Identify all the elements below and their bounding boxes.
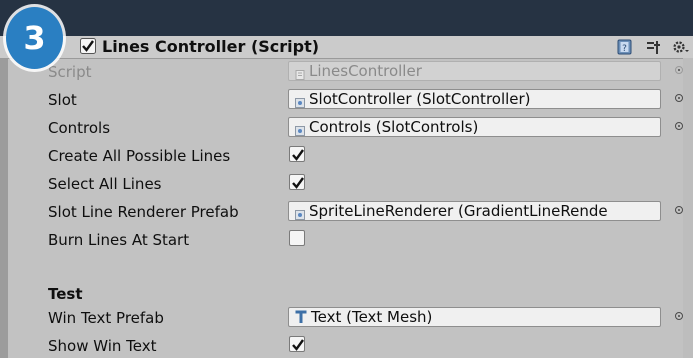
slot-line-renderer-prefab-picker[interactable] [675,206,683,214]
presets-icon[interactable] [645,39,661,55]
create-all-possible-lines-checkbox[interactable] [289,146,305,162]
component-title: Lines Controller (Script) [102,37,320,56]
inspector-scroll-edge [683,58,693,358]
slot-line-renderer-prefab-row: Slot Line Renderer Prefab SpriteLineRend… [48,201,693,223]
burn-lines-at-start-label: Burn Lines At Start [48,231,190,249]
test-section-title: Test [48,285,83,303]
slot-line-renderer-prefab-field[interactable]: SpriteLineRenderer (GradientLineRende [288,201,661,221]
win-text-prefab-row: Win Text Prefab Text (Text Mesh) [48,307,693,329]
win-text-prefab-label: Win Text Prefab [48,309,164,327]
select-all-lines-row: Select All Lines [48,173,693,195]
controls-value: Controls (SlotControls) [309,118,479,136]
slot-label: Slot [48,91,77,109]
controls-label: Controls [48,119,111,137]
test-section-header: Test [48,283,693,305]
script-row: Script LinesController [48,61,693,83]
controls-picker[interactable] [675,122,683,130]
burn-lines-at-start-checkbox[interactable] [289,230,305,246]
slot-field[interactable]: SlotController (SlotController) [288,89,661,109]
svg-text:?: ? [622,44,627,54]
show-win-text-checkbox[interactable] [289,336,305,352]
win-text-prefab-picker[interactable] [675,312,683,320]
controls-field[interactable]: Controls (SlotControls) [288,117,661,137]
gear-icon[interactable] [671,39,689,55]
controls-row: Controls Controls (SlotControls) [48,117,693,139]
create-all-possible-lines-label: Create All Possible Lines [48,147,231,165]
slot-picker[interactable] [675,94,683,102]
inspector-left-edge [0,36,8,358]
object-icon [295,206,305,220]
win-text-prefab-value: Text (Text Mesh) [311,308,433,326]
script-icon [295,66,305,80]
script-picker [675,66,683,74]
slot-row: Slot SlotController (SlotController) [48,89,693,111]
select-all-lines-label: Select All Lines [48,175,162,193]
create-all-possible-lines-row: Create All Possible Lines [48,145,693,167]
script-value: LinesController [309,62,422,80]
text-mesh-icon [295,310,307,324]
step-badge: 3 [6,7,63,69]
win-text-prefab-field[interactable]: Text (Text Mesh) [288,307,661,327]
slot-line-renderer-prefab-value: SpriteLineRenderer (GradientLineRende [309,202,608,220]
script-label: Script [48,63,92,81]
top-bar [0,0,693,36]
component-header[interactable]: Lines Controller (Script) ? [0,36,693,59]
select-all-lines-checkbox[interactable] [289,174,305,190]
help-book-icon[interactable]: ? [617,39,633,55]
slot-line-renderer-prefab-label: Slot Line Renderer Prefab [48,203,239,221]
object-icon [295,122,305,136]
burn-lines-at-start-row: Burn Lines At Start [48,229,693,251]
show-win-text-label: Show Win Text [48,337,157,355]
object-icon [295,94,305,108]
component-enabled-checkbox[interactable] [80,38,96,58]
show-win-text-row: Show Win Text [48,335,693,357]
slot-value: SlotController (SlotController) [309,90,531,108]
script-field: LinesController [288,61,661,81]
